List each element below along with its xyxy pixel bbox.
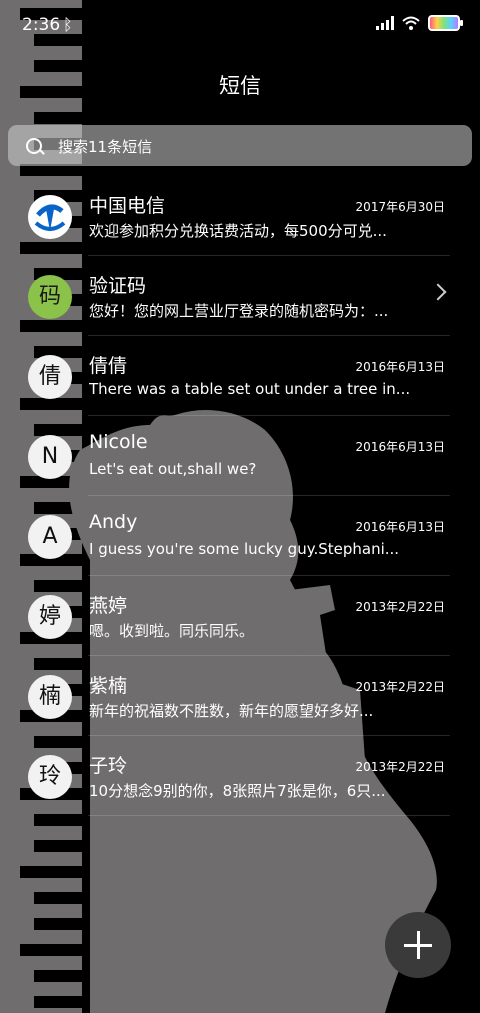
message-preview: 嗯。收到啦。同乐同乐。 <box>89 622 255 640</box>
conversation-item[interactable]: 中国电信 2017年6月30日欢迎参加积分兑换话费活动，每500分可兑... <box>0 176 480 256</box>
search-bar[interactable]: 搜索11条短信 <box>8 125 472 166</box>
message-preview: 您好！您的网上营业厅登录的随机密码为：... <box>89 302 389 320</box>
message-preview: 10分想念9别的你，8张照片7张是你，6只... <box>89 782 386 800</box>
contact-avatar[interactable]: A <box>28 515 72 559</box>
conversation-item[interactable]: 码验证码您好！您的网上营业厅登录的随机密码为：... <box>0 256 480 336</box>
contact-avatar[interactable]: 码 <box>28 275 72 319</box>
contact-avatar[interactable]: N <box>28 435 72 479</box>
contact-name: Nicole <box>89 431 148 453</box>
contact-avatar[interactable]: 婷 <box>28 595 72 639</box>
contact-name: 子玲 <box>89 755 128 777</box>
page-title: 短信 <box>219 74 261 98</box>
message-preview: There was a table set out under a tree i… <box>89 380 409 398</box>
status-time: 2:36 <box>22 15 61 35</box>
message-date: 2013年2月22日 <box>355 600 445 614</box>
contact-name: 中国电信 <box>89 195 166 217</box>
wifi-icon <box>402 16 420 30</box>
conversation-item[interactable]: 楠紫楠 2013年2月22日新年的祝福数不胜数，新年的愿望好多好... <box>0 656 480 736</box>
conversation-item[interactable]: 倩倩倩 2016年6月13日 There was a table set out u… <box>0 336 480 416</box>
conversation-item[interactable]: 婷燕婷 2013年2月22日嗯。收到啦。同乐同乐。 <box>0 576 480 656</box>
message-preview: I guess you're some lucky guy.Stephani..… <box>89 540 400 558</box>
signal-icon <box>376 16 394 30</box>
conversation-list: 中国电信 2017年6月30日欢迎参加积分兑换话费活动，每500分可兑... 码验证… <box>0 176 480 816</box>
message-preview: 欢迎参加积分兑换话费活动，每500分可兑... <box>89 222 387 240</box>
contact-name: 燕婷 <box>89 595 128 617</box>
message-date: 2013年2月22日 <box>355 680 445 694</box>
conversation-item[interactable]: 玲子玲 2013年2月22日 10分想念9别的你，8张照片7张是你，6只... <box>0 736 480 816</box>
search-placeholder: 搜索11条短信 <box>58 138 153 156</box>
divider <box>88 815 450 816</box>
conversation-item[interactable]: A Andy 2016年6月13日 I guess you're some lucky… <box>0 496 480 576</box>
contact-name: 验证码 <box>89 275 147 297</box>
conversation-item[interactable]: N Nicole 2016年6月13日 Let's eat out,shall we? <box>0 416 480 496</box>
battery-icon <box>428 15 463 31</box>
message-date: 2016年6月13日 <box>355 440 445 454</box>
message-date: 2016年6月13日 <box>355 360 445 374</box>
message-preview: 新年的祝福数不胜数，新年的愿望好多好... <box>89 702 374 720</box>
contact-avatar[interactable]: 楠 <box>28 675 72 719</box>
status-bar: 2:36 ᛒ <box>0 0 480 52</box>
contact-name: 紫楠 <box>89 675 128 697</box>
contact-name: Andy <box>89 511 138 533</box>
china-telecom-logo-icon[interactable] <box>28 195 72 239</box>
message-date: 2013年2月22日 <box>355 760 445 774</box>
message-date: 2016年6月13日 <box>355 520 445 534</box>
message-date: 2017年6月30日 <box>355 200 445 214</box>
search-icon <box>26 138 42 154</box>
message-preview: Let's eat out,shall we? <box>89 460 257 478</box>
bluetooth-icon: ᛒ <box>63 15 73 34</box>
chevron-right-icon[interactable] <box>429 283 447 301</box>
new-message-button[interactable] <box>385 912 451 978</box>
contact-avatar[interactable]: 倩 <box>28 355 72 399</box>
status-icons <box>376 15 463 31</box>
contact-name: 倩倩 <box>89 355 128 377</box>
contact-avatar[interactable]: 玲 <box>28 755 72 799</box>
